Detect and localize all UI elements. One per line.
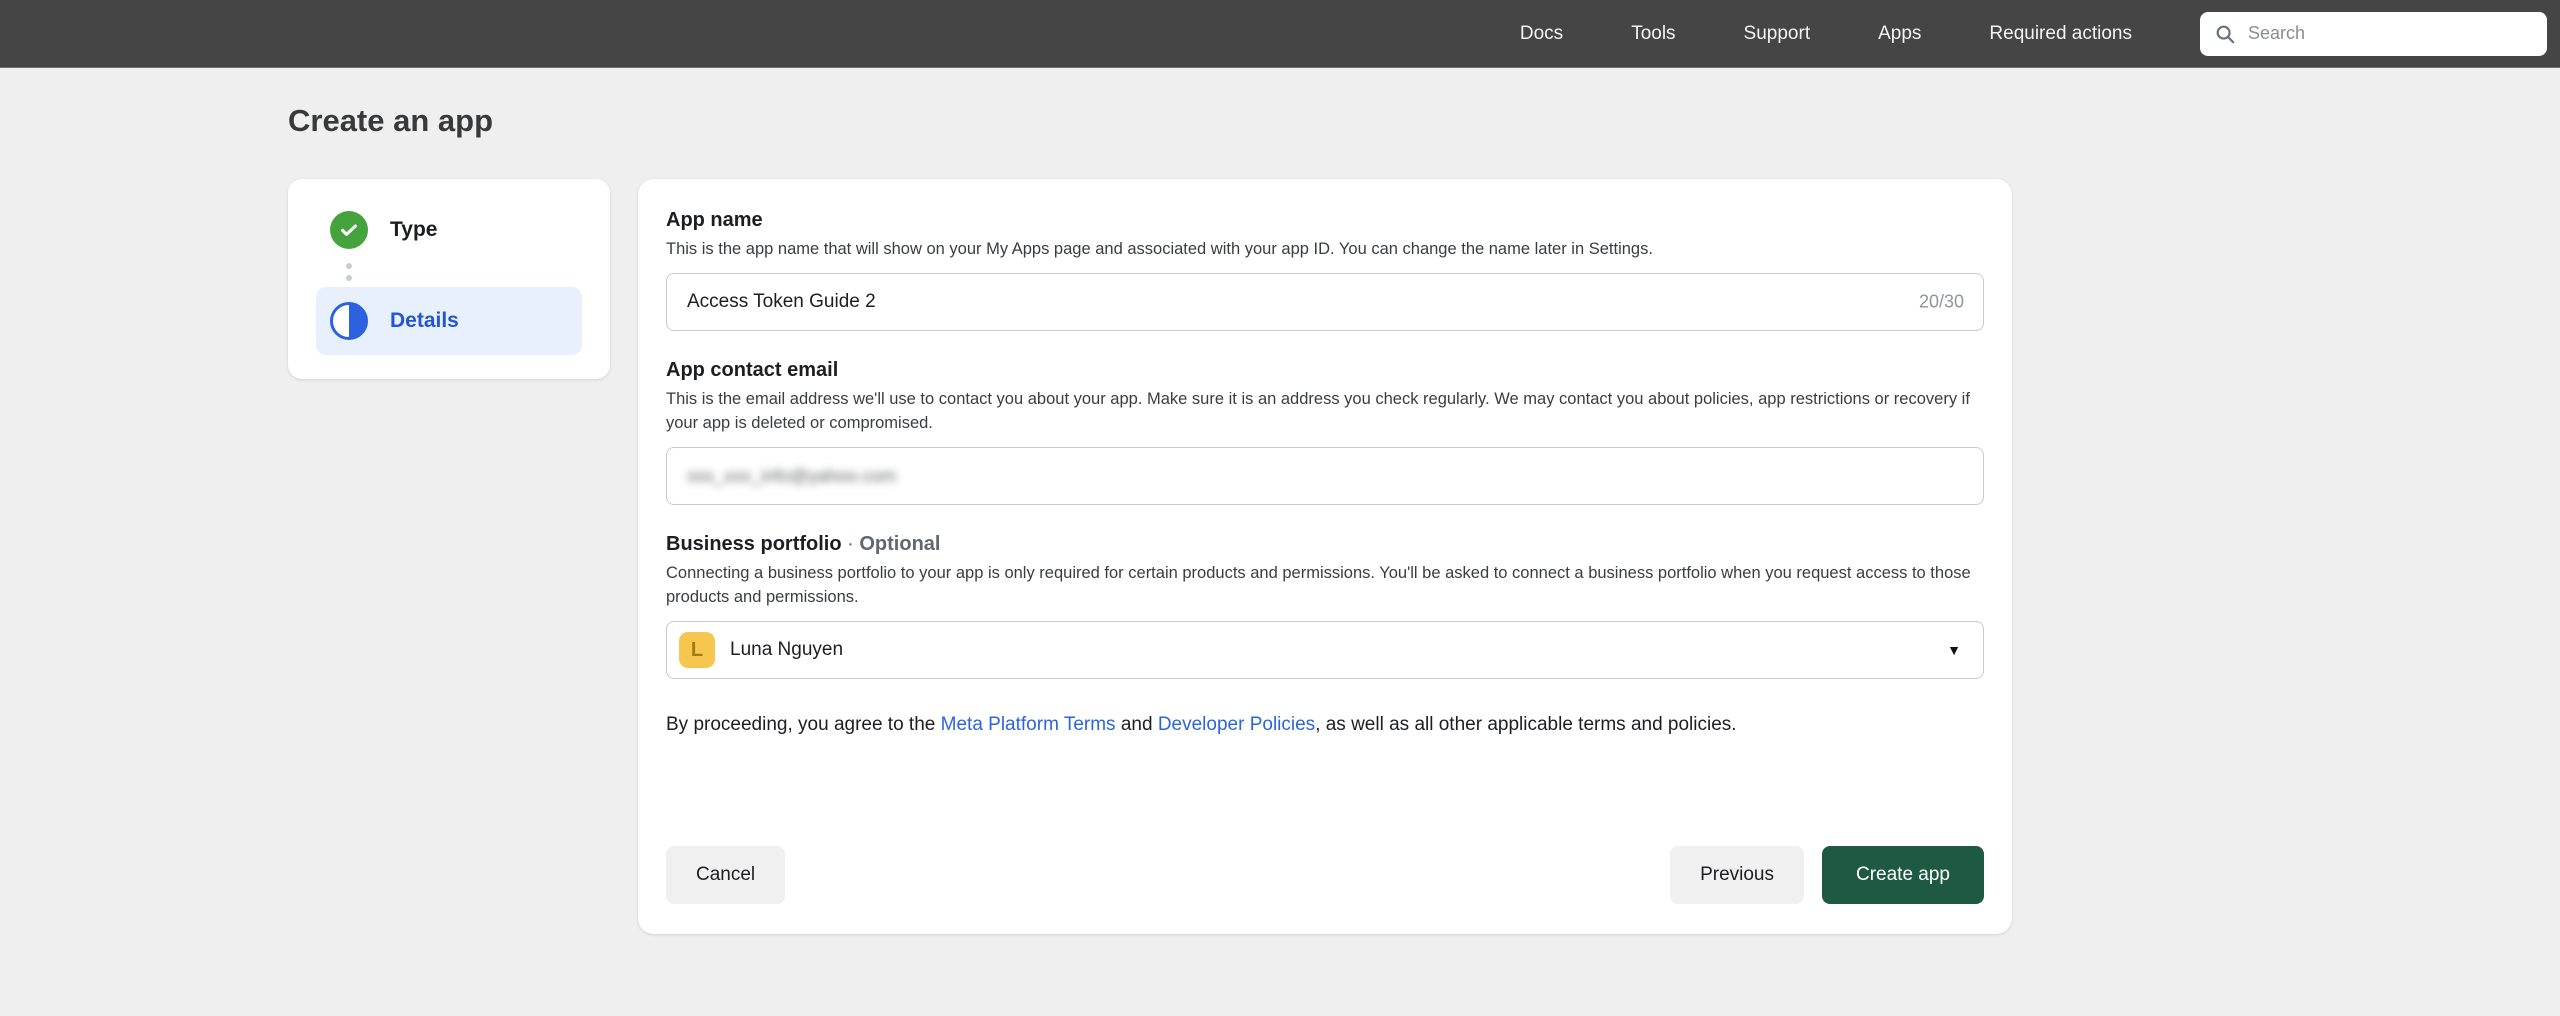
terms-text: By proceeding, you agree to the Meta Pla…	[666, 711, 1876, 739]
app-name-section: App name This is the app name that will …	[666, 209, 1984, 331]
developer-policies-link[interactable]: Developer Policies	[1158, 714, 1315, 735]
contact-email-description: This is the email address we'll use to c…	[666, 388, 1984, 435]
steps-card: Type Details	[288, 179, 610, 379]
step-type-label: Type	[390, 218, 437, 242]
contact-email-field[interactable]: xxx_xxx_info@yahoo.com	[666, 447, 1984, 505]
meta-platform-terms-link[interactable]: Meta Platform Terms	[941, 714, 1116, 735]
contact-email-heading: App contact email	[666, 359, 1984, 382]
app-details-form-card: App name This is the app name that will …	[638, 179, 2012, 934]
contact-email-section: App contact email This is the email addr…	[666, 359, 1984, 505]
page-title: Create an app	[288, 103, 2560, 139]
business-portfolio-select[interactable]: L Luna Nguyen ▼	[666, 621, 1984, 679]
create-app-button[interactable]: Create app	[1822, 846, 1984, 904]
nav-item-tools[interactable]: Tools	[1631, 23, 1675, 45]
step-connector-dots	[346, 257, 582, 287]
search-box[interactable]	[2200, 12, 2547, 56]
nav-item-apps[interactable]: Apps	[1878, 23, 1921, 45]
chevron-down-icon: ▼	[1947, 642, 1961, 658]
app-name-heading: App name	[666, 209, 1984, 232]
nav-item-docs[interactable]: Docs	[1520, 23, 1563, 45]
business-portfolio-heading-text: Business portfolio	[666, 533, 842, 555]
step-type[interactable]: Type	[316, 203, 582, 257]
terms-prefix: By proceeding, you agree to the	[666, 714, 941, 735]
portfolio-avatar: L	[679, 632, 715, 668]
optional-label: Optional	[859, 533, 940, 555]
top-nav-bar: Docs Tools Support Apps Required actions	[0, 0, 2560, 68]
previous-button[interactable]: Previous	[1670, 846, 1804, 904]
app-name-input[interactable]	[666, 273, 1984, 331]
terms-conjunction: and	[1116, 714, 1158, 735]
heading-separator: ·	[842, 533, 860, 555]
portfolio-selected-name: Luna Nguyen	[730, 639, 1947, 661]
search-input[interactable]	[2248, 23, 2533, 44]
step-complete-check-icon	[330, 211, 368, 249]
step-in-progress-icon	[330, 302, 368, 340]
app-name-description: This is the app name that will show on y…	[666, 238, 1984, 261]
app-name-char-counter: 20/30	[1919, 292, 1964, 313]
form-actions: Cancel Previous Create app	[666, 846, 1984, 904]
business-portfolio-heading: Business portfolio · Optional	[666, 533, 1984, 556]
search-icon	[2214, 23, 2236, 45]
business-portfolio-section: Business portfolio · Optional Connecting…	[666, 533, 1984, 679]
nav-item-support[interactable]: Support	[1744, 23, 1811, 45]
create-app-wizard: Type Details App name This is the app na…	[288, 179, 2560, 934]
step-details-label: Details	[390, 309, 459, 333]
cancel-button[interactable]: Cancel	[666, 846, 785, 904]
step-details[interactable]: Details	[316, 287, 582, 355]
contact-email-obscured-value: xxx_xxx_info@yahoo.com	[687, 466, 896, 487]
nav-item-required-actions[interactable]: Required actions	[1989, 23, 2132, 45]
terms-suffix: , as well as all other applicable terms …	[1315, 714, 1736, 735]
business-portfolio-description: Connecting a business portfolio to your …	[666, 562, 1984, 609]
